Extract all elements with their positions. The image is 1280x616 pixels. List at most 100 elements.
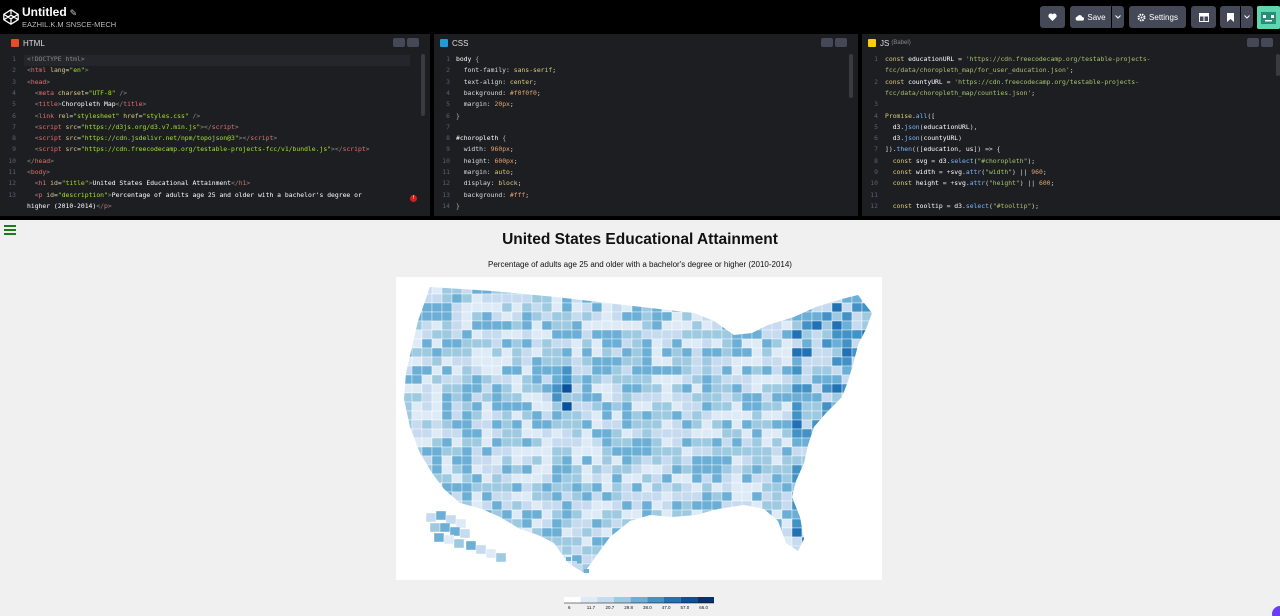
county-tile[interactable] xyxy=(541,374,553,385)
county-tile[interactable] xyxy=(731,329,743,340)
county-tile[interactable] xyxy=(791,554,803,565)
county-tile[interactable] xyxy=(591,338,603,349)
county-tile[interactable] xyxy=(811,473,823,484)
county-tile[interactable] xyxy=(651,347,663,358)
county-tile[interactable] xyxy=(761,302,773,313)
county-tile[interactable] xyxy=(541,329,553,340)
county-tile[interactable] xyxy=(611,410,623,421)
county-tile[interactable] xyxy=(661,356,673,367)
county-tile[interactable] xyxy=(691,482,703,493)
county-tile[interactable] xyxy=(621,374,633,385)
county-tile[interactable] xyxy=(831,563,843,573)
county-tile[interactable] xyxy=(781,518,793,529)
county-tile[interactable] xyxy=(511,455,523,466)
county-tile[interactable] xyxy=(771,455,783,466)
county-tile[interactable] xyxy=(491,491,503,502)
county-tile[interactable] xyxy=(611,374,623,385)
county-tile[interactable] xyxy=(861,401,872,412)
county-tiles[interactable] xyxy=(402,285,882,580)
county-tile[interactable] xyxy=(791,356,803,367)
county-tile[interactable] xyxy=(841,527,853,538)
county-tile[interactable] xyxy=(691,365,703,376)
county-tile[interactable] xyxy=(651,473,663,484)
county-tile[interactable] xyxy=(741,500,753,511)
county-tile[interactable] xyxy=(751,347,763,358)
county-tile[interactable] xyxy=(801,437,813,448)
county-tile[interactable] xyxy=(631,554,643,565)
county-tile[interactable] xyxy=(601,338,613,349)
county-tile[interactable] xyxy=(811,464,823,475)
county-tile[interactable] xyxy=(651,437,663,448)
county-tile[interactable] xyxy=(581,320,593,331)
county-tile[interactable] xyxy=(801,347,813,358)
county-tile[interactable] xyxy=(611,455,623,466)
county-tile[interactable] xyxy=(491,509,503,520)
county-tile[interactable] xyxy=(691,401,703,412)
county-tile[interactable] xyxy=(661,338,673,349)
county-tile[interactable] xyxy=(491,419,503,430)
county-tile[interactable] xyxy=(431,563,443,573)
county-tile[interactable] xyxy=(421,347,433,358)
county-tile[interactable] xyxy=(402,536,413,547)
county-tile[interactable] xyxy=(621,320,633,331)
county-tile[interactable] xyxy=(461,563,473,573)
county-tile[interactable] xyxy=(831,410,843,421)
county-tile[interactable] xyxy=(741,392,753,403)
county-tile[interactable] xyxy=(821,491,833,502)
county-tile[interactable] xyxy=(421,410,433,421)
county-tile[interactable] xyxy=(511,401,523,412)
county-tile[interactable] xyxy=(651,365,663,376)
county-tile[interactable] xyxy=(521,446,533,457)
html-chevron-down-icon[interactable] xyxy=(407,38,419,47)
county-tile[interactable] xyxy=(691,356,703,367)
county-tile[interactable] xyxy=(641,446,653,457)
county-tile[interactable] xyxy=(771,491,783,502)
county-tile[interactable] xyxy=(402,383,413,394)
county-tile[interactable] xyxy=(841,572,853,580)
county-tile[interactable] xyxy=(721,437,733,448)
county-tile[interactable] xyxy=(431,392,443,403)
county-tile[interactable] xyxy=(521,293,533,304)
county-tile[interactable] xyxy=(601,285,613,295)
county-tile[interactable] xyxy=(441,419,453,430)
county-tile[interactable] xyxy=(501,509,513,520)
county-tile[interactable] xyxy=(711,347,723,358)
county-tile[interactable] xyxy=(461,285,473,295)
county-tile[interactable] xyxy=(631,455,643,466)
county-tile[interactable] xyxy=(851,338,863,349)
county-tile[interactable] xyxy=(761,428,773,439)
county-tile[interactable] xyxy=(651,509,663,520)
county-tile[interactable] xyxy=(821,383,833,394)
county-tile[interactable] xyxy=(671,374,683,385)
county-tile[interactable] xyxy=(731,536,743,547)
county-tile[interactable] xyxy=(561,356,573,367)
county-tile[interactable] xyxy=(611,518,623,529)
county-tile[interactable] xyxy=(701,419,713,430)
county-tile[interactable] xyxy=(431,374,443,385)
county-tile[interactable] xyxy=(631,518,643,529)
county-tile[interactable] xyxy=(531,293,543,304)
county-tile[interactable] xyxy=(431,500,443,511)
county-tile[interactable] xyxy=(591,500,603,511)
county-tile[interactable] xyxy=(521,302,533,313)
county-tile[interactable] xyxy=(421,455,433,466)
county-tile[interactable] xyxy=(431,491,443,502)
county-tile[interactable] xyxy=(741,356,753,367)
county-tile[interactable] xyxy=(761,563,773,573)
county-tile[interactable] xyxy=(851,536,863,547)
county-tile[interactable] xyxy=(771,401,783,412)
county-tile[interactable] xyxy=(801,285,813,295)
county-tile[interactable] xyxy=(491,410,503,421)
county-tile[interactable] xyxy=(721,419,733,430)
county-tile[interactable] xyxy=(681,536,693,547)
county-tile[interactable] xyxy=(811,527,823,538)
county-tile[interactable] xyxy=(771,473,783,484)
county-tile[interactable] xyxy=(661,527,673,538)
county-tile[interactable] xyxy=(771,338,783,349)
county-tile[interactable] xyxy=(811,329,823,340)
county-tile[interactable] xyxy=(611,311,623,322)
county-tile[interactable] xyxy=(861,293,872,304)
county-tile[interactable] xyxy=(601,455,613,466)
county-tile[interactable] xyxy=(491,347,503,358)
county-tile[interactable] xyxy=(791,518,803,529)
